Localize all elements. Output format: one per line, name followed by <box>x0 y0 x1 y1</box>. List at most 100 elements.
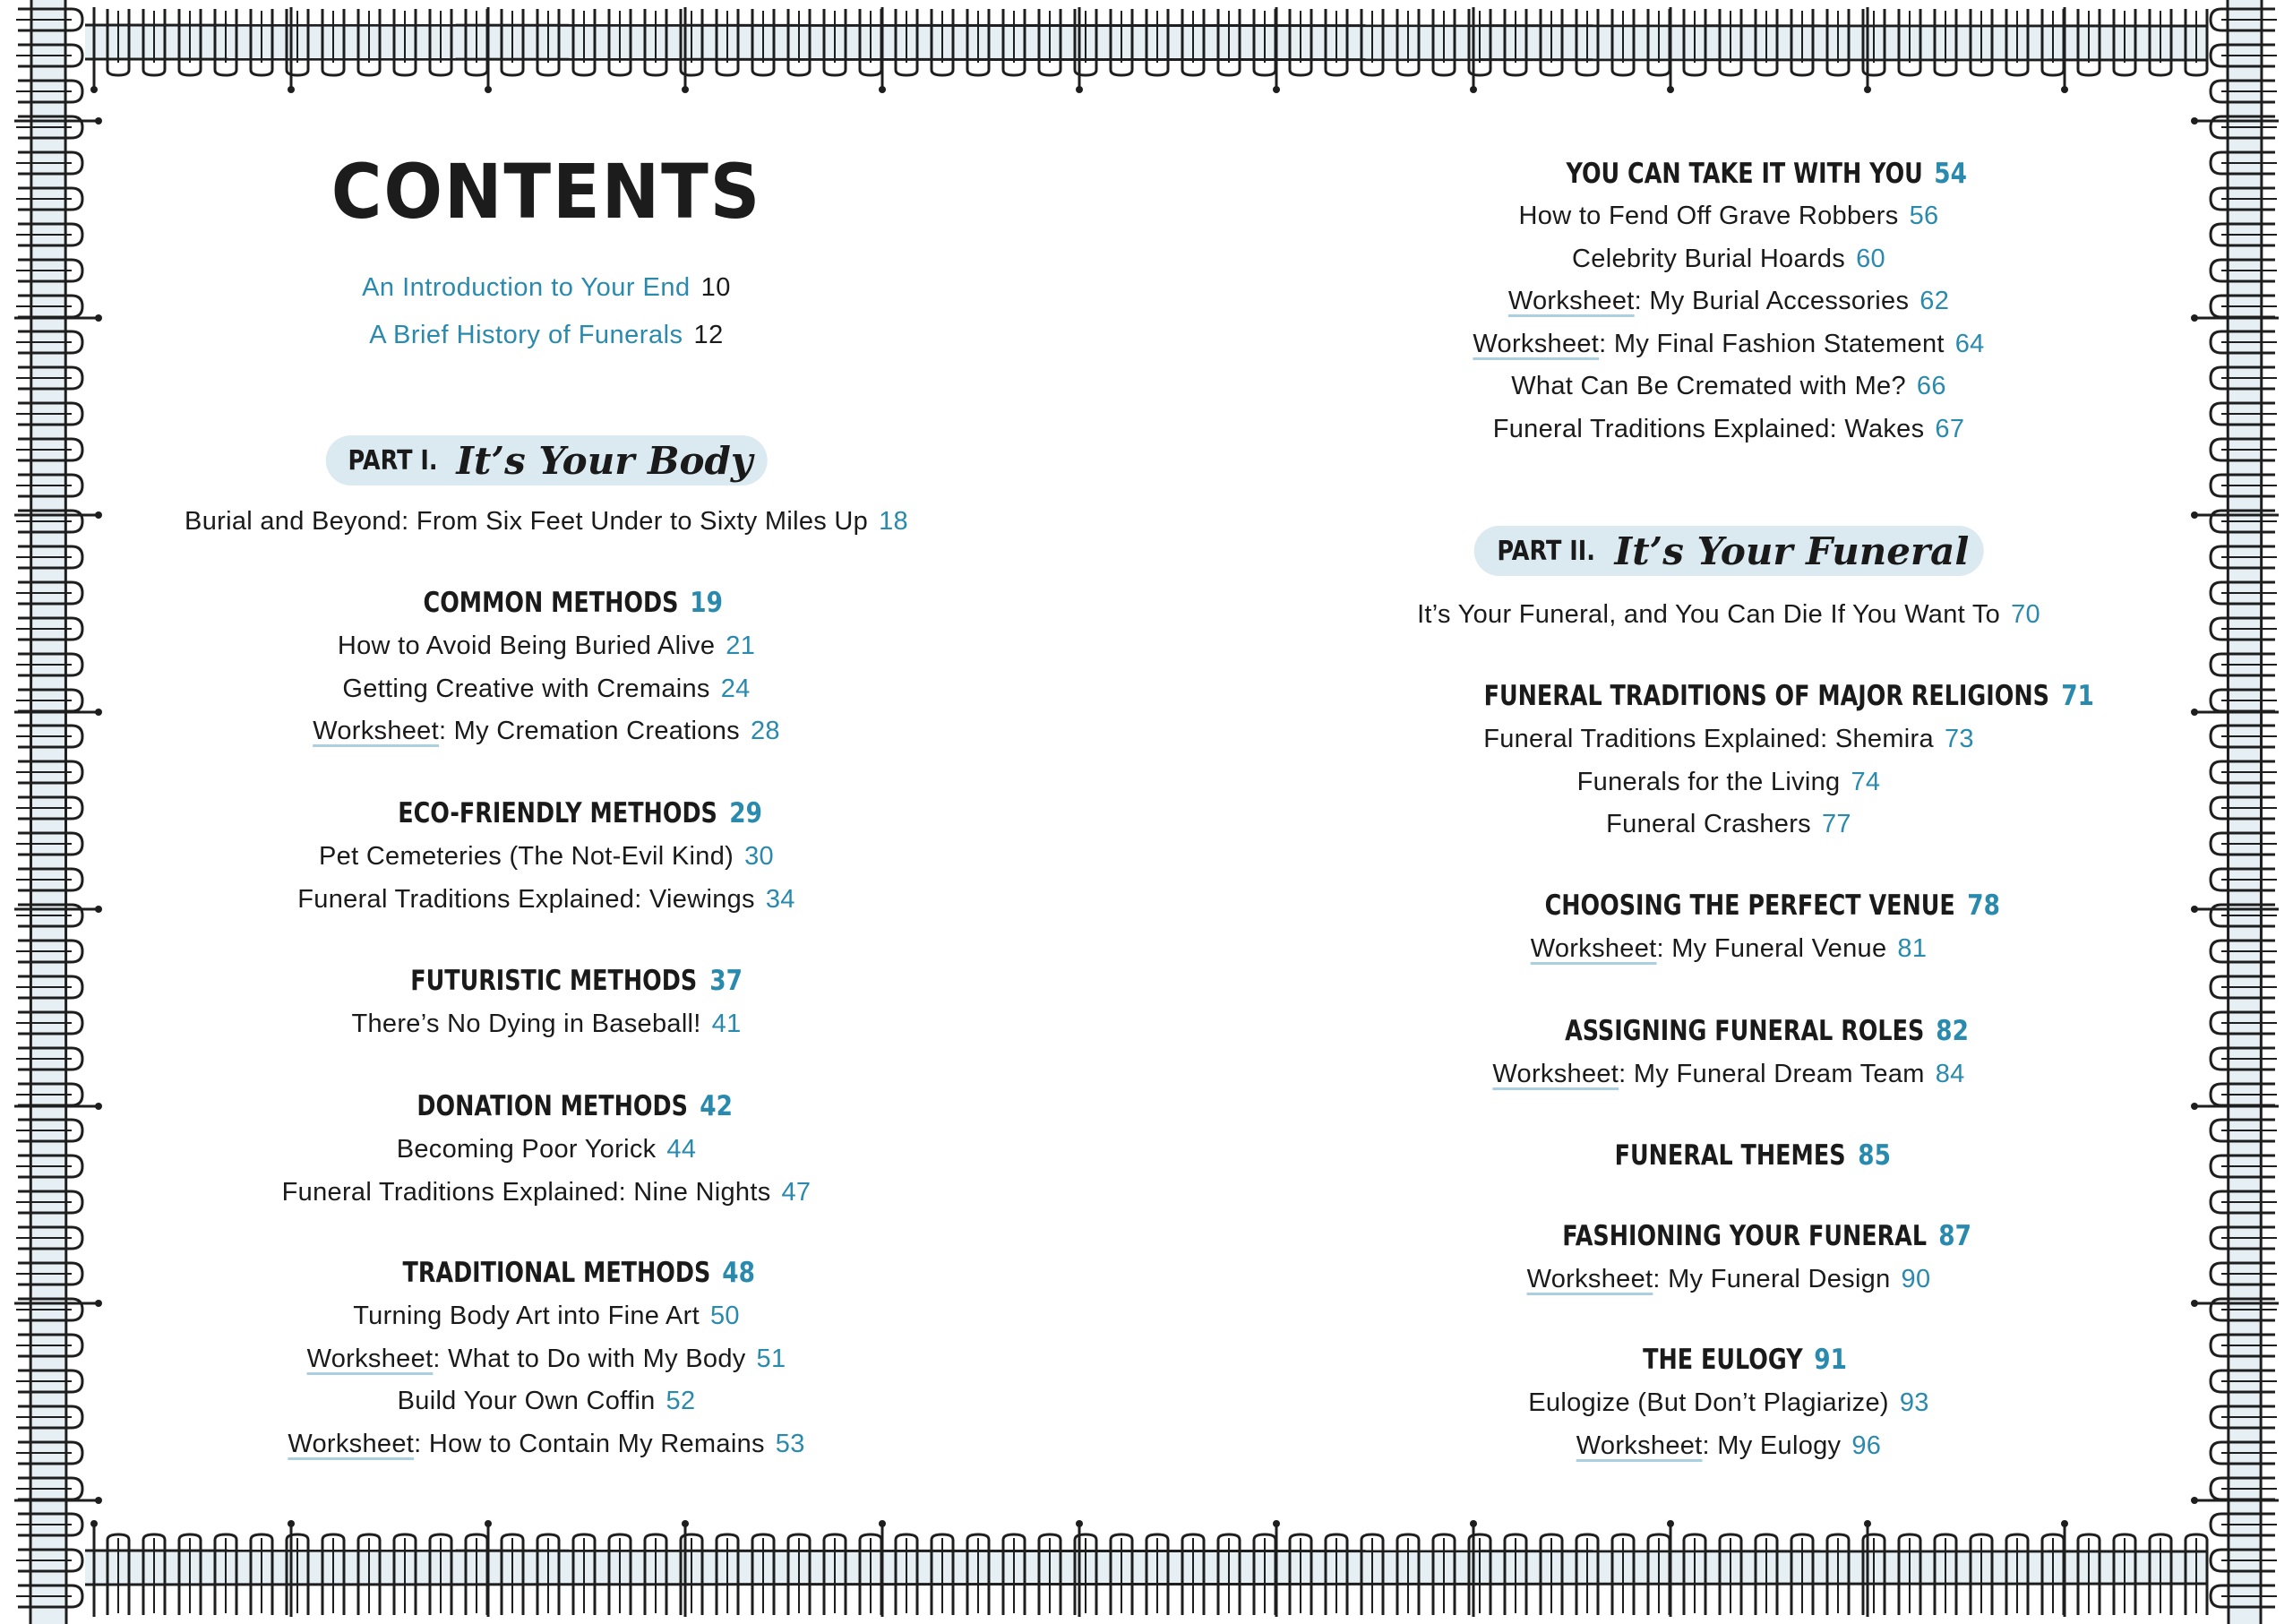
toc-entry[interactable]: Eulogize (But Don’t Plagiarize) 93 <box>1281 1388 2177 1418</box>
toc-entry[interactable]: Worksheet: What to Do with My Body 51 <box>99 1345 994 1374</box>
toc-intro-entry[interactable]: A Brief History of Funerals 12 <box>99 321 994 350</box>
part-intro-entry[interactable]: Burial and Beyond: From Six Feet Under t… <box>99 507 994 537</box>
page-number: 70 <box>2011 600 2040 629</box>
entry-label: Getting Creative with Cremains <box>342 674 710 703</box>
worksheet-label: Worksheet <box>1492 1060 1619 1088</box>
worksheet-label: Worksheet <box>306 1344 434 1373</box>
section-heading[interactable]: FUNERAL TRADITIONS OF MAJOR RELIGIONS 71 <box>1281 680 2177 712</box>
entry-label: Celebrity Burial Hoards <box>1572 244 1846 273</box>
toc-entry[interactable]: Funeral Traditions Explained: Nine Night… <box>99 1178 994 1207</box>
entry-label: Funerals for the Living <box>1576 767 1841 796</box>
section-heading[interactable]: THE EULOGY 91 <box>1281 1344 2177 1376</box>
page-number: 52 <box>666 1387 696 1415</box>
border-post-head <box>1667 86 1674 93</box>
toc-entry[interactable]: Celebrity Burial Hoards 60 <box>1281 245 2177 274</box>
entry-label: : My Funeral Dream Team <box>1619 1060 1925 1088</box>
page-number: 66 <box>1916 372 1946 400</box>
entry-label: Funeral Crashers <box>1606 810 1811 838</box>
border-post-head <box>682 86 689 93</box>
toc-entry[interactable]: Worksheet: My Burial Accessories 62 <box>1281 287 2177 316</box>
toc-entry[interactable]: Funeral Traditions Explained: Shemira 73 <box>1281 725 2177 754</box>
worksheet-label: Worksheet <box>1526 1265 1653 1293</box>
toc-entry[interactable]: Funerals for the Living 74 <box>1281 768 2177 797</box>
page-number: 60 <box>1856 244 1885 273</box>
border-post-head <box>2191 1497 2198 1504</box>
section-heading[interactable]: CHOOSING THE PERFECT VENUE 78 <box>1281 889 2177 922</box>
worksheet-label: Worksheet <box>313 717 439 745</box>
section-heading[interactable]: YOU CAN TAKE IT WITH YOU 54 <box>1281 158 2177 190</box>
toc-entry[interactable]: Becoming Poor Yorick 44 <box>99 1135 994 1164</box>
section-heading[interactable]: FASHIONING YOUR FUNERAL 87 <box>1281 1220 2177 1252</box>
heading-label: FUTURISTIC METHODS <box>410 965 698 997</box>
toc-entry[interactable]: Worksheet: My Funeral Dream Team 84 <box>1281 1060 2177 1089</box>
entry-label: Becoming Poor Yorick <box>396 1135 657 1164</box>
section-heading[interactable]: ECO-FRIENDLY METHODS 29 <box>99 797 994 829</box>
page-number: 62 <box>1919 287 1950 315</box>
heading-label: FUNERAL THEMES <box>1614 1139 1846 1172</box>
part-two-banner[interactable]: PART II. It’s Your Funeral <box>1473 526 1984 576</box>
page-number: 90 <box>1901 1265 1931 1293</box>
border-post-head <box>2191 511 2198 519</box>
part-intro-entry[interactable]: It’s Your Funeral, and You Can Die If Yo… <box>1281 600 2177 630</box>
toc-entry[interactable]: Funeral Traditions Explained: Wakes 67 <box>1281 415 2177 444</box>
page-number: 29 <box>729 797 762 829</box>
page-number: 41 <box>711 1010 742 1038</box>
border-post-head <box>1864 1520 1871 1527</box>
section-heading[interactable]: ASSIGNING FUNERAL ROLES 82 <box>1281 1015 2177 1047</box>
toc-entry[interactable]: Turning Body Art into Fine Art 50 <box>99 1302 994 1331</box>
toc-entry[interactable]: Getting Creative with Cremains 24 <box>99 675 994 704</box>
heading-label: THE EULOGY <box>1642 1344 1803 1376</box>
page-number: 82 <box>1936 1015 1969 1047</box>
page-number: 93 <box>1899 1388 1929 1417</box>
entry-label: Funeral Traditions Explained: Nine Night… <box>281 1177 771 1207</box>
toc-entry[interactable]: What Can Be Cremated with Me? 66 <box>1281 372 2177 401</box>
section-heading[interactable]: FUNERAL THEMES 85 <box>1281 1139 2177 1172</box>
entry-label: Funeral Traditions Explained: Shemira <box>1483 725 1934 753</box>
heading-label: ASSIGNING FUNERAL ROLES <box>1564 1015 1925 1047</box>
entry-label: What Can Be Cremated with Me? <box>1511 372 1906 400</box>
toc-entry[interactable]: Build Your Own Coffin 52 <box>99 1387 994 1416</box>
worksheet-label: Worksheet <box>1576 1431 1703 1460</box>
toc-entry[interactable]: Worksheet: How to Contain My Remains 53 <box>99 1430 994 1459</box>
toc-entry[interactable]: Funeral Crashers 77 <box>1281 810 2177 839</box>
entry-label: How to Fend Off Grave Robbers <box>1518 202 1899 230</box>
part-number: PART II. <box>1497 535 1595 567</box>
border-post-head <box>1273 1520 1280 1527</box>
page-number: 87 <box>1938 1220 1972 1252</box>
entry-label: : What to Do with My Body <box>433 1344 746 1373</box>
border-post-head <box>1470 86 1477 93</box>
page-number: 44 <box>666 1135 697 1164</box>
part-one-banner[interactable]: PART I. It’s Your Body <box>325 435 768 485</box>
entry-label: : My Burial Accessories <box>1634 287 1910 315</box>
section-heading[interactable]: COMMON METHODS 19 <box>99 587 994 619</box>
toc-intro-entry[interactable]: An Introduction to Your End 10 <box>99 273 994 303</box>
section-heading[interactable]: FUTURISTIC METHODS 37 <box>99 965 994 997</box>
border-post-head <box>95 709 102 716</box>
toc-entry[interactable]: Worksheet: My Eulogy 96 <box>1281 1431 2177 1461</box>
border-post-head <box>2191 709 2198 716</box>
border-post-head <box>2191 1103 2198 1110</box>
toc-entry[interactable]: Pet Cemeteries (The Not-Evil Kind) 30 <box>99 842 994 872</box>
toc-entry[interactable]: Worksheet: My Funeral Venue 81 <box>1281 934 2177 964</box>
entry-label: : My Funeral Venue <box>1656 934 1887 963</box>
border-post-head <box>2191 906 2198 913</box>
toc-entry[interactable]: How to Fend Off Grave Robbers 56 <box>1281 202 2177 231</box>
toc-entry[interactable]: There’s No Dying in Baseball! 41 <box>99 1010 994 1039</box>
section-heading[interactable]: DONATION METHODS 42 <box>99 1090 994 1122</box>
toc-entry[interactable]: Worksheet: My Funeral Design 90 <box>1281 1265 2177 1294</box>
page-number: 53 <box>775 1429 805 1458</box>
entry-label: How to Avoid Being Buried Alive <box>337 632 716 660</box>
section-heading[interactable]: TRADITIONAL METHODS 48 <box>99 1257 994 1289</box>
entry-label: : My Cremation Creations <box>438 717 740 745</box>
entry-label: A Brief History of Funerals <box>369 321 683 349</box>
toc-entry[interactable]: Funeral Traditions Explained: Viewings 34 <box>99 885 994 915</box>
toc-entry[interactable]: Worksheet: My Cremation Creations 28 <box>99 717 994 746</box>
entry-label: : My Eulogy <box>1702 1431 1842 1460</box>
page-number: 81 <box>1897 934 1928 963</box>
border-post-head <box>879 1520 886 1527</box>
page-number: 77 <box>1821 810 1851 838</box>
page-number: 71 <box>2061 680 2095 712</box>
page-title: CONTENTS <box>331 148 762 236</box>
toc-entry[interactable]: Worksheet: My Final Fashion Statement 64 <box>1281 330 2177 359</box>
toc-entry[interactable]: How to Avoid Being Buried Alive 21 <box>99 632 994 661</box>
